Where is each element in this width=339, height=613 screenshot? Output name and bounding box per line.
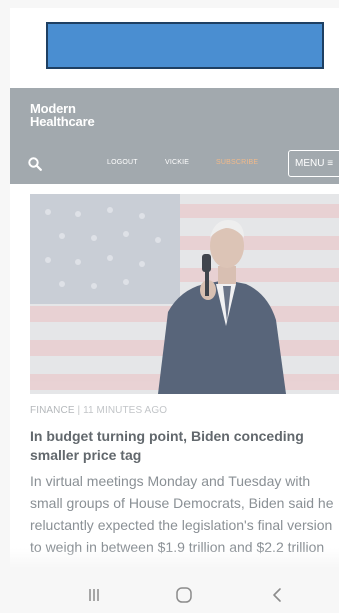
site-logo[interactable]: Modern Healthcare (30, 102, 95, 129)
back-icon[interactable] (268, 585, 288, 605)
logo-line-2: Healthcare (30, 114, 95, 129)
search-icon[interactable] (28, 157, 42, 171)
system-navigation-bar (0, 577, 339, 613)
bottom-fade (0, 548, 339, 568)
article-time: 11 MINUTES AGO (83, 405, 168, 416)
article-headline[interactable]: In budget turning point, Biden conceding… (30, 427, 336, 465)
page: Modern Healthcare LOGOUT VICKIE SUBSCRIB… (10, 8, 339, 568)
ad-container (10, 8, 339, 86)
subscribe-link[interactable]: SUBSCRIBE (216, 159, 258, 166)
site-header: Modern Healthcare LOGOUT VICKIE SUBSCRIB… (10, 88, 339, 184)
user-link[interactable]: VICKIE (165, 159, 189, 166)
menu-button[interactable]: MENU ≡ (288, 150, 339, 177)
meta-separator: | (74, 405, 84, 416)
home-icon[interactable] (174, 585, 194, 605)
recent-apps-icon[interactable] (84, 585, 104, 605)
logout-link[interactable]: LOGOUT (107, 159, 138, 166)
article-meta: FINANCE | 11 MINUTES AGO (30, 405, 167, 416)
ad-banner[interactable] (46, 22, 324, 69)
article-summary[interactable]: In virtual meetings Monday and Tuesday w… (30, 470, 339, 558)
article-category[interactable]: FINANCE (30, 405, 75, 416)
article-image[interactable] (30, 194, 339, 394)
